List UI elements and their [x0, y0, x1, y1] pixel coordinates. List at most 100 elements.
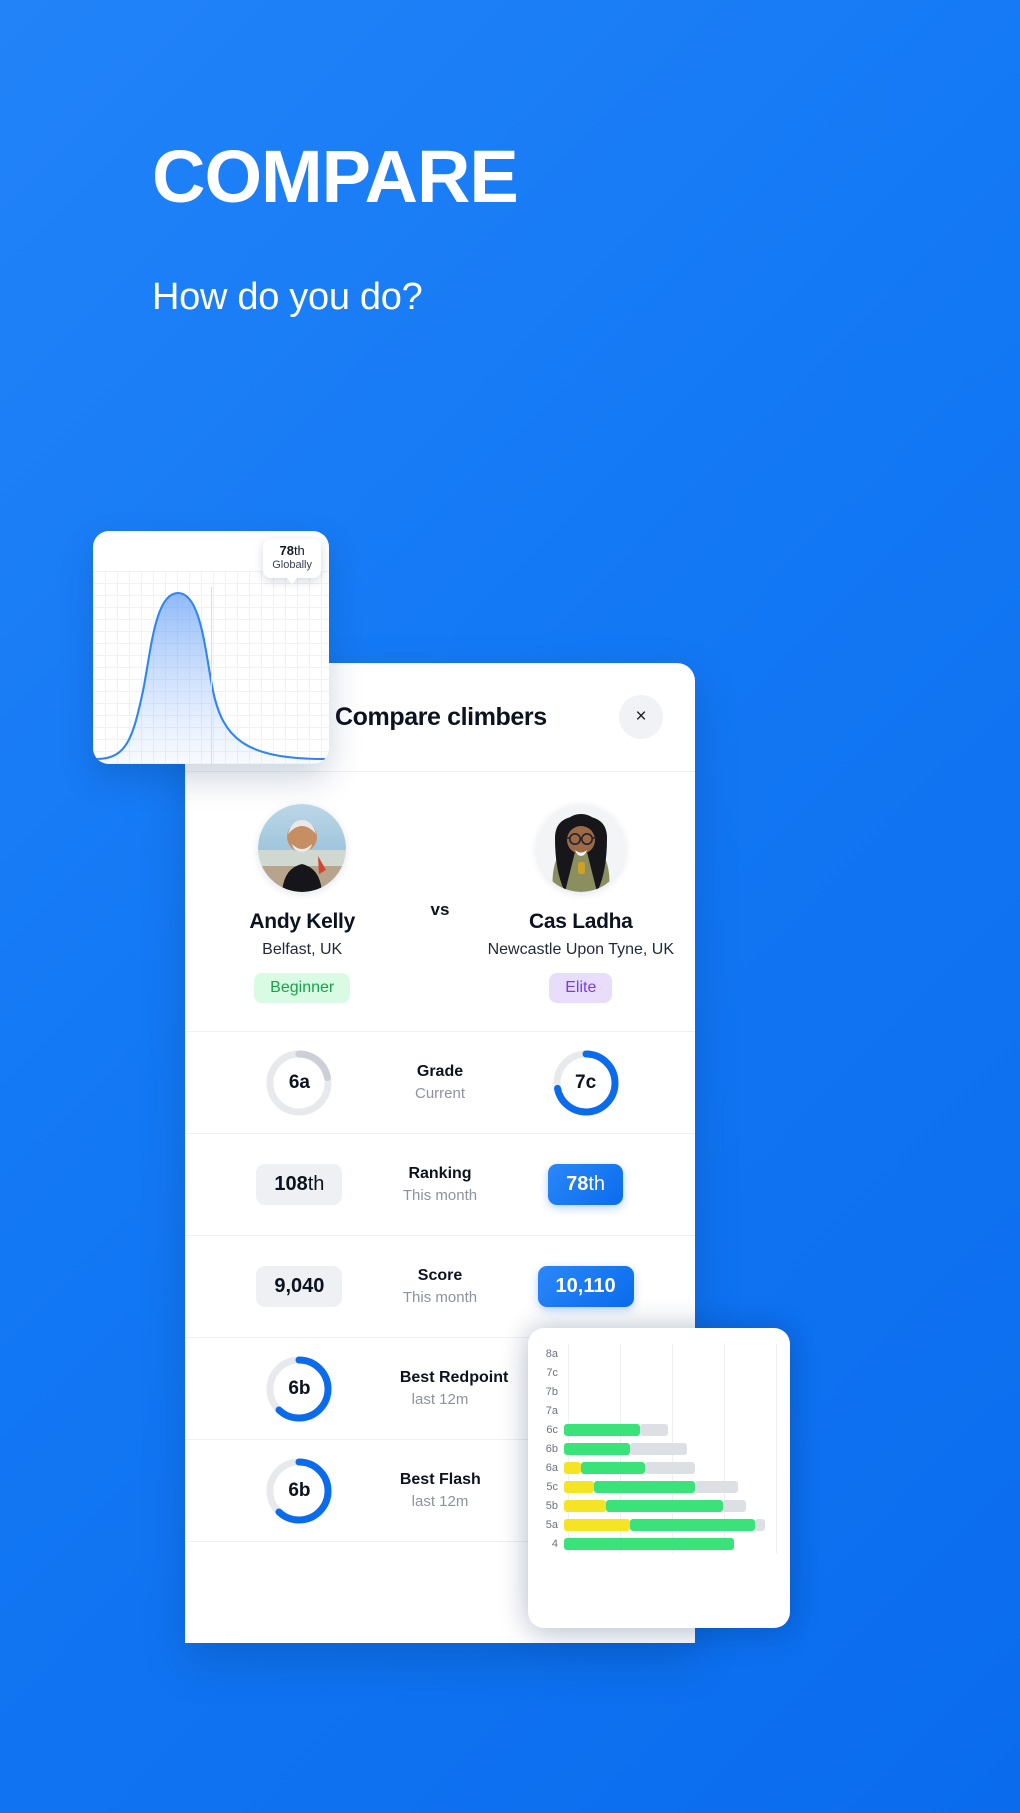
bar-segment-grey [723, 1499, 747, 1512]
stat-sublabel: This month [402, 1187, 478, 1204]
ranking-pill-right: 78th [548, 1164, 624, 1205]
stat-meta: Grade Current [400, 1063, 480, 1102]
stat-sublabel: last 12m [411, 1493, 469, 1510]
bar-category-label: 5a [545, 1518, 558, 1531]
bar-row: 6c [538, 1420, 776, 1439]
bar-track [564, 1499, 776, 1512]
bar-category-label: 5c [546, 1480, 558, 1493]
bar-segment-grey [629, 1442, 687, 1455]
stat-label: Ranking [408, 1165, 472, 1182]
bar-row: 5b [538, 1496, 776, 1515]
tooltip-rank-line: 78th [272, 543, 312, 559]
stat-meta: Best Redpoint last 12m [400, 1369, 508, 1408]
stat-label: Score [417, 1267, 463, 1284]
bar-row: 6b [538, 1439, 776, 1458]
grade-ring-right: 7c [550, 1047, 622, 1119]
flash-ring-left: 6b [263, 1455, 335, 1527]
bar-category-label: 6c [546, 1423, 558, 1436]
bar-segment-green [564, 1442, 630, 1455]
climber-card-left[interactable]: Andy Kelly Belfast, UK Beginner [185, 804, 409, 1003]
bar-track [564, 1480, 776, 1493]
bar-track [564, 1405, 776, 1417]
bar-track [564, 1537, 776, 1550]
score-pill-right: 10,110 [537, 1266, 634, 1307]
bar-row: 7c [538, 1363, 776, 1382]
bar-category-label: 8a [545, 1347, 558, 1360]
tooltip-rank-suffix: th [293, 543, 305, 558]
stat-meta: Ranking This month [400, 1165, 480, 1204]
climber-location: Belfast, UK [262, 941, 343, 958]
bar-row: 7a [538, 1401, 776, 1420]
stat-meta: Score This month [400, 1267, 480, 1306]
bar-track [564, 1386, 776, 1398]
bar-segment-yellow [564, 1461, 581, 1474]
climber-location: Newcastle Upon Tyne, UK [487, 941, 675, 958]
bar-segment-grey [754, 1518, 766, 1531]
grade-pyramid-card: 8a 7c 7b 7a 6c 6b 6a 5c 5b 5a 4 [528, 1328, 790, 1628]
percentile-curve-card: 78th Globally [93, 531, 329, 764]
stat-value-right: 10,110 [480, 1266, 691, 1307]
bar-row: 8a [538, 1344, 776, 1363]
ranking-value-right: 78 [566, 1173, 589, 1195]
bar-segment-green [593, 1480, 696, 1493]
stat-row: 108th Ranking This month 78th [185, 1133, 695, 1235]
bar-category-label: 6b [545, 1442, 558, 1455]
grade-pyramid-chart: 8a 7c 7b 7a 6c 6b 6a 5c 5b 5a 4 [538, 1344, 777, 1553]
modal-title: Compare climbers [335, 702, 547, 731]
redpoint-value-left: 6b [288, 1377, 311, 1399]
climbers-comparison-row: Andy Kelly Belfast, UK Beginner vs Cas L… [185, 771, 695, 1031]
close-icon[interactable]: × [619, 695, 663, 739]
climber-card-right[interactable]: Cas Ladha Newcastle Upon Tyne, UK Elite [471, 804, 695, 1003]
bar-row: 7b [538, 1382, 776, 1401]
stat-value-right: 7c [480, 1047, 691, 1119]
stat-meta: Best Flash last 12m [399, 1471, 481, 1510]
stat-label: Best Flash [399, 1471, 481, 1488]
bar-segment-yellow [564, 1499, 607, 1512]
ranking-value-left: 108 [274, 1173, 308, 1195]
stat-row: 9,040 Score This month 10,110 [185, 1235, 695, 1337]
bar-track [564, 1518, 776, 1531]
bar-segment-green [629, 1518, 755, 1531]
tooltip-scope: Globally [272, 558, 312, 571]
bar-category-label: 6a [545, 1461, 558, 1474]
percentile-tooltip: 78th Globally [263, 539, 321, 584]
stat-value-left: 108th [189, 1164, 400, 1205]
hero-section: COMPARE How do you do? [152, 140, 852, 319]
stat-value-left: 6b [189, 1455, 400, 1527]
bar-segment-green [564, 1423, 641, 1436]
page-title: COMPARE [152, 135, 519, 218]
bar-segment-grey [640, 1423, 668, 1436]
ranking-suffix-left: th [307, 1173, 325, 1195]
bar-segment-grey [695, 1480, 738, 1493]
curve-percentile-line [211, 587, 212, 764]
tooltip-rank-value: 78 [279, 543, 294, 558]
bar-segment-grey [644, 1461, 696, 1474]
bar-row: 5a [538, 1515, 776, 1534]
stat-value-right: 78th [480, 1164, 691, 1205]
ranking-suffix-right: th [588, 1173, 606, 1195]
bar-category-label: 5b [545, 1499, 558, 1512]
stat-sublabel: This month [402, 1289, 478, 1306]
grade-value-left: 6a [288, 1071, 310, 1093]
bar-track [564, 1367, 776, 1379]
vs-separator: vs [430, 900, 450, 919]
stat-sublabel: last 12m [411, 1391, 469, 1408]
grade-ring-left: 6a [263, 1047, 335, 1119]
climber-name: Andy Kelly [249, 910, 355, 933]
bar-category-label: 7b [545, 1385, 558, 1398]
status-badge: Beginner [254, 973, 351, 1003]
grade-value-right: 7c [575, 1071, 597, 1093]
bar-category-label: 7a [545, 1404, 558, 1417]
stat-value-left: 9,040 [189, 1266, 400, 1307]
stat-value-left: 6b [189, 1353, 400, 1425]
stat-row: 6a Grade Current 7c [185, 1031, 695, 1133]
bar-track [564, 1442, 776, 1455]
page-subtitle: How do you do? [152, 276, 423, 318]
stat-sublabel: Current [414, 1085, 466, 1102]
bar-category-label: 4 [551, 1537, 558, 1550]
avatar [536, 804, 625, 892]
bar-track [564, 1348, 776, 1360]
bar-segment-green [606, 1499, 723, 1512]
bar-row: 4 [538, 1534, 776, 1553]
bar-segment-green [564, 1537, 734, 1550]
